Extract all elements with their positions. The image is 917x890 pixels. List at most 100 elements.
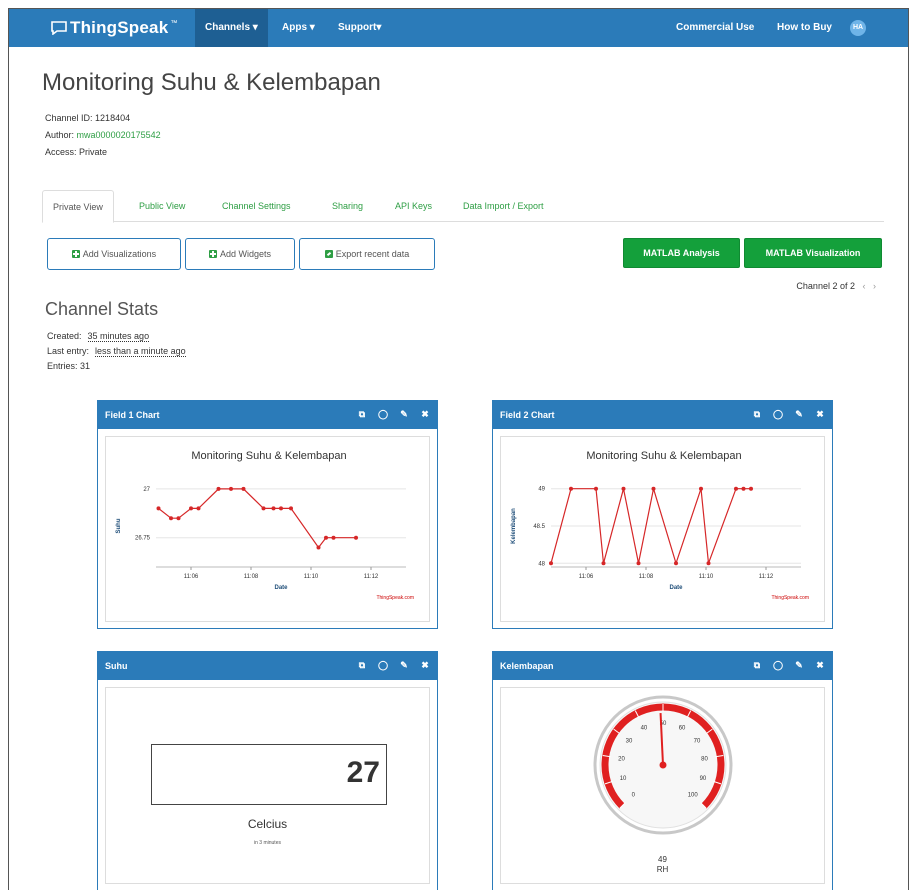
tab-api-keys[interactable]: API Keys (385, 190, 442, 222)
tab-sharing[interactable]: Sharing (322, 190, 373, 222)
comment-icon[interactable]: ◯ (772, 406, 784, 422)
data-point[interactable] (176, 516, 181, 521)
tab-channel-settings[interactable]: Channel Settings (212, 190, 301, 222)
gauge-readout: 49 RH (501, 855, 824, 875)
value-box: 27 (151, 744, 387, 805)
nav-apps[interactable]: Apps ▾ (272, 9, 325, 47)
data-point[interactable] (216, 486, 221, 491)
nav-support[interactable]: Support▾ (328, 9, 391, 47)
data-point[interactable] (569, 486, 573, 491)
comment-icon[interactable]: ◯ (377, 406, 389, 422)
panel-header: Field 2 Chart ⧉ ◯ ✎ ✖ (493, 401, 832, 429)
navbar: ThingSpeak ™ Channels ▾ Apps ▾ Support▾ … (9, 9, 908, 47)
tab-data-import-export[interactable]: Data Import / Export (453, 190, 554, 222)
caret-down-icon: ▾ (252, 22, 258, 33)
nav-commercial-use[interactable]: Commercial Use (666, 9, 764, 47)
matlab-visualization-button[interactable]: MATLAB Visualization (744, 238, 882, 268)
brand-logo[interactable]: ThingSpeak ™ (51, 16, 177, 40)
plus-icon (208, 250, 217, 258)
panel-header: Kelembapan ⧉ ◯ ✎ ✖ (493, 652, 832, 680)
app-window: ThingSpeak ™ Channels ▾ Apps ▾ Support▾ … (8, 8, 909, 890)
page-title: Monitoring Suhu & Kelembapan (42, 69, 381, 96)
data-point[interactable] (741, 486, 746, 491)
external-link-icon[interactable]: ⧉ (751, 406, 763, 422)
data-point[interactable] (289, 506, 293, 511)
author-label: Author: (45, 130, 75, 140)
pencil-icon[interactable]: ✎ (398, 406, 410, 422)
chevron-left-icon[interactable]: ‹ (862, 281, 865, 291)
panel-title: Field 2 Chart (500, 410, 555, 420)
chart-credit[interactable]: ThingSpeak.com (771, 595, 809, 601)
chart-title: Monitoring Suhu & Kelembapan (191, 450, 346, 462)
x-axis-label: Date (669, 585, 683, 591)
channel-meta: Channel ID: 1218404 Author: mwa000002017… (45, 110, 161, 161)
numeric-display: 27 Celcius in 3 minutes (105, 687, 430, 884)
external-link-icon[interactable]: ⧉ (751, 657, 763, 673)
data-point[interactable] (196, 506, 201, 511)
data-point[interactable] (636, 561, 641, 566)
data-point[interactable] (651, 486, 656, 491)
author-link[interactable]: mwa0000020175542 (77, 130, 161, 140)
data-point[interactable] (324, 535, 328, 540)
channel-pagination: Channel 2 of 2 ‹ › (796, 281, 876, 291)
pencil-icon[interactable]: ✎ (793, 406, 805, 422)
y-axis-label: Kelembapan (511, 508, 517, 544)
suhu-widget-panel: Suhu ⧉ ◯ ✎ ✖ 27 Celcius in 3 minutes (97, 651, 438, 890)
matlab-analysis-button[interactable]: MATLAB Analysis (623, 238, 740, 268)
data-point[interactable] (749, 486, 753, 491)
close-icon[interactable]: ✖ (419, 657, 431, 673)
data-point[interactable] (261, 506, 266, 511)
data-point[interactable] (621, 486, 626, 491)
data-point[interactable] (169, 516, 173, 521)
data-point[interactable] (189, 506, 193, 511)
external-link-icon[interactable]: ⧉ (356, 657, 368, 673)
nav-how-to-buy[interactable]: How to Buy (767, 9, 842, 47)
gauge-unit: RH (656, 865, 669, 874)
entries-label: Entries: (47, 361, 78, 371)
data-point[interactable] (354, 535, 358, 540)
channel-id-label: Channel ID: (45, 113, 93, 123)
add-widgets-button[interactable]: Add Widgets (185, 238, 295, 270)
panel-tools: ⧉ ◯ ✎ ✖ (356, 657, 431, 673)
x-tick-label: 11:10 (699, 574, 714, 580)
comment-icon[interactable]: ◯ (772, 657, 784, 673)
data-point[interactable] (674, 561, 678, 566)
data-point[interactable] (331, 535, 336, 540)
data-point[interactable] (279, 506, 283, 511)
user-avatar[interactable]: HA (850, 20, 866, 36)
pencil-icon[interactable]: ✎ (793, 657, 805, 673)
data-point[interactable] (734, 486, 738, 491)
chart-credit[interactable]: ThingSpeak.com (376, 595, 414, 601)
x-axis-label: Date (274, 585, 288, 591)
add-widgets-label: Add Widgets (219, 249, 272, 259)
close-icon[interactable]: ✖ (814, 657, 826, 673)
x-tick-label: 11:06 (579, 574, 594, 580)
tab-public-view[interactable]: Public View (129, 190, 195, 222)
data-point[interactable] (316, 545, 321, 550)
brand-name: ThingSpeak (70, 18, 169, 37)
chart-area: Monitoring Suhu & Kelembapan 27 26.75 11:06… (105, 436, 430, 622)
comment-icon[interactable]: ◯ (377, 657, 389, 673)
tab-private-view[interactable]: Private View (42, 190, 114, 223)
chevron-right-icon[interactable]: › (873, 281, 876, 291)
data-point[interactable] (271, 506, 276, 511)
nav-channels-label: Channels (205, 22, 251, 33)
close-icon[interactable]: ✖ (814, 406, 826, 422)
y-tick-label: 26.75 (135, 536, 151, 542)
close-icon[interactable]: ✖ (419, 406, 431, 422)
gauge-tick-label: 40 (641, 726, 648, 732)
data-point[interactable] (594, 486, 598, 491)
data-point[interactable] (229, 486, 233, 491)
export-recent-data-button[interactable]: Export recent data (299, 238, 435, 270)
data-point[interactable] (241, 486, 246, 491)
data-point[interactable] (549, 561, 553, 566)
nav-channels[interactable]: Channels ▾ (195, 9, 268, 47)
external-link-icon[interactable]: ⧉ (356, 406, 368, 422)
data-point[interactable] (706, 561, 711, 566)
panel-tools: ⧉ ◯ ✎ ✖ (356, 406, 431, 422)
data-point[interactable] (156, 506, 161, 511)
data-point[interactable] (699, 486, 703, 491)
add-visualizations-button[interactable]: Add Visualizations (47, 238, 181, 270)
data-point[interactable] (601, 561, 606, 566)
pencil-icon[interactable]: ✎ (398, 657, 410, 673)
